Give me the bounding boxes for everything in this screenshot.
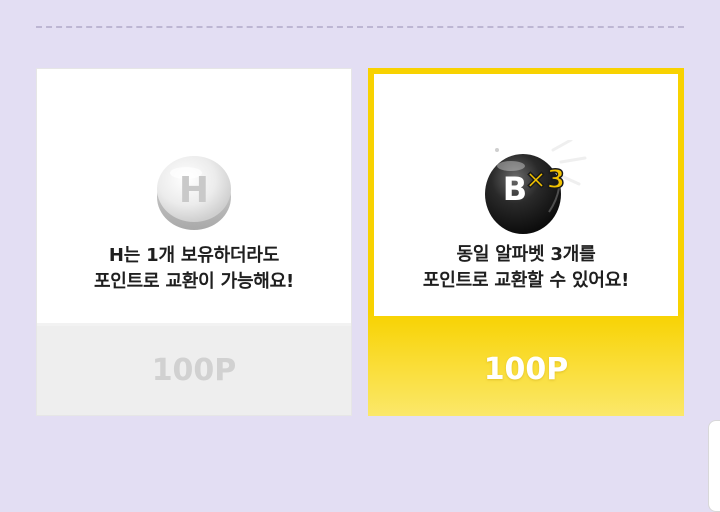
exchange-card-h[interactable]: H H는 1개 보유하더라도 포인트로 교환이 가능해요! 100P bbox=[36, 68, 352, 416]
card-description: H는 1개 보유하더라도 포인트로 교환이 가능해요! bbox=[37, 243, 351, 295]
h-letter-coin-icon: H bbox=[157, 156, 231, 230]
price-label: 100P bbox=[483, 352, 569, 387]
description-line-1: H는 1개 보유하더라도 bbox=[108, 245, 280, 266]
b-letter-ball-times-three-icon: B ×3 bbox=[485, 140, 587, 234]
dashed-divider bbox=[36, 26, 684, 28]
description-line-2: 포인트로 교환이 가능해요! bbox=[93, 271, 295, 292]
badge-letter: H bbox=[179, 170, 209, 211]
exchange-card-b[interactable]: B ×3 동일 알파벳 3개를 포인트로 교환할 수 있어요! 100P bbox=[368, 68, 684, 416]
card-body: B ×3 동일 알파벳 3개를 포인트로 교환할 수 있어요! bbox=[374, 74, 678, 316]
card-description: 동일 알파벳 3개를 포인트로 교환할 수 있어요! bbox=[374, 242, 678, 294]
card-body: H H는 1개 보유하더라도 포인트로 교환이 가능해요! bbox=[37, 69, 351, 326]
description-line-2: 포인트로 교환할 수 있어요! bbox=[422, 270, 630, 291]
scroll-handle[interactable] bbox=[708, 420, 720, 512]
price-label: 100P bbox=[151, 353, 237, 388]
description-line-1: 동일 알파벳 3개를 bbox=[456, 244, 596, 265]
badge-multiplier: ×3 bbox=[525, 165, 565, 195]
badge-letter: B bbox=[503, 170, 527, 208]
